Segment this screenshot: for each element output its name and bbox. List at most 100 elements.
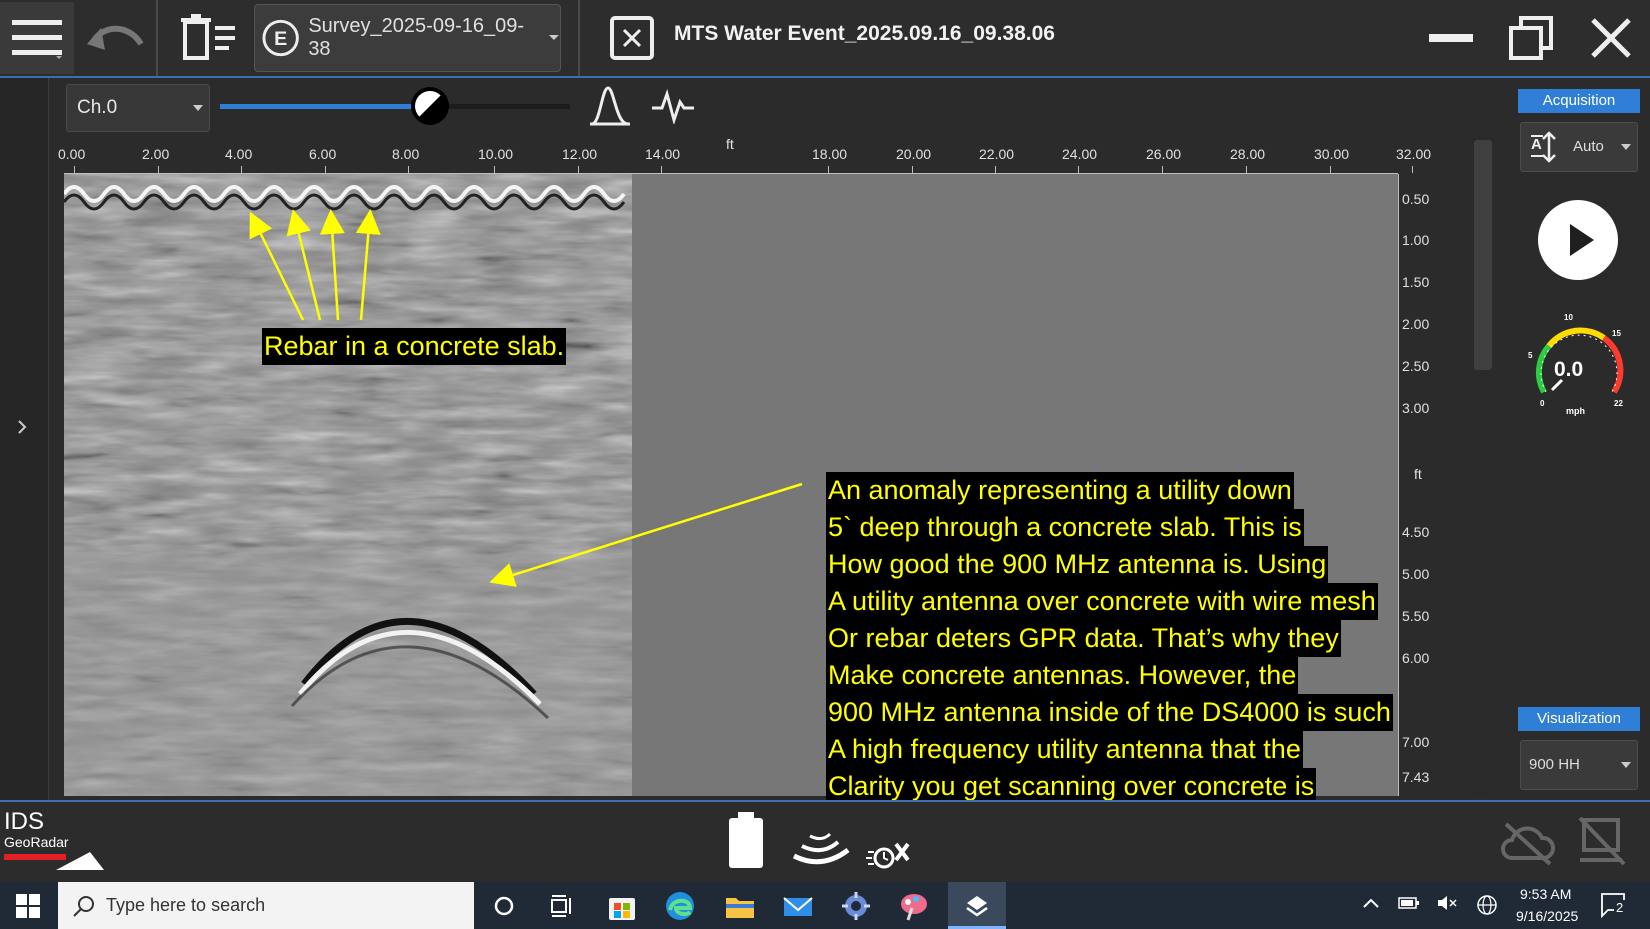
ruler-tick-mark bbox=[158, 166, 159, 173]
channel-dropdown[interactable]: Ch.0 bbox=[66, 84, 210, 132]
ruler-tick-label: 20.00 bbox=[896, 146, 932, 162]
windows-logo-icon bbox=[16, 894, 40, 918]
ruler-tick-label: 28.00 bbox=[1230, 146, 1266, 162]
ruler-tick-label: 32.00 bbox=[1396, 146, 1432, 162]
svg-text:E: E bbox=[274, 28, 287, 50]
ruler-tick-mark bbox=[828, 166, 829, 173]
taskbar-app-mail[interactable] bbox=[782, 890, 814, 927]
chevron-down-icon bbox=[1621, 762, 1631, 768]
antenna-value: 900 HH bbox=[1529, 756, 1580, 773]
undo-icon bbox=[87, 25, 144, 50]
task-view-button[interactable] bbox=[548, 892, 576, 925]
folder-icon bbox=[726, 898, 754, 918]
chevron-down-icon bbox=[193, 105, 203, 111]
play-button[interactable] bbox=[1538, 200, 1618, 280]
svg-text:22: 22 bbox=[1614, 399, 1623, 408]
minimize-button[interactable] bbox=[1420, 2, 1482, 74]
survey-dropdown[interactable]: E Survey_2025-09-16_09-38 bbox=[254, 4, 561, 72]
restore-icon bbox=[1509, 16, 1553, 60]
ruler-tick-mark bbox=[995, 166, 996, 173]
bell-curve-icon bbox=[590, 86, 630, 126]
edge-icon bbox=[666, 892, 694, 920]
mail-icon bbox=[783, 897, 813, 916]
svg-text:0: 0 bbox=[1540, 399, 1545, 408]
speed-value: 0.0 bbox=[1554, 358, 1584, 381]
ruler-tick-mark bbox=[661, 166, 662, 173]
anomaly-annotation-line: An anomaly representing a utility down bbox=[826, 472, 1294, 509]
survey-name: Survey_2025-09-16_09-38 bbox=[308, 15, 525, 60]
tray-overflow-button[interactable] bbox=[1362, 896, 1380, 915]
ruler-tick-mark bbox=[494, 166, 495, 173]
anomaly-annotation-line: Make concrete antennas. However, the bbox=[826, 657, 1299, 694]
ruler-tick-label: 18.00 bbox=[812, 146, 848, 162]
task-view-icon bbox=[551, 895, 571, 917]
circle-icon bbox=[494, 896, 514, 916]
ruler-tick-label: 22.00 bbox=[979, 146, 1015, 162]
tray-date[interactable]: 9/16/2025 bbox=[1516, 908, 1578, 924]
ruler-tick-mark bbox=[408, 166, 409, 173]
trash-list-icon bbox=[181, 14, 235, 60]
cloud-status bbox=[1498, 818, 1558, 871]
store-icon bbox=[609, 898, 635, 920]
delete-button[interactable] bbox=[176, 2, 242, 74]
ruler-tick-label: 24.00 bbox=[1062, 146, 1098, 162]
globe-icon bbox=[1477, 895, 1497, 915]
ruler-tick-mark bbox=[578, 166, 579, 173]
tray-network[interactable] bbox=[1476, 894, 1498, 921]
anomaly-annotation-line: How good the 900 MHz antenna is. Using bbox=[826, 546, 1329, 583]
volume-muted-icon bbox=[1438, 896, 1457, 910]
chevron-down-icon bbox=[1621, 144, 1631, 150]
depth-tick-label: 1.00 bbox=[1402, 232, 1430, 248]
close-window-button[interactable] bbox=[1580, 2, 1642, 74]
scrollbar-thumb[interactable] bbox=[1474, 140, 1492, 370]
taskbar-app-paint[interactable] bbox=[898, 890, 930, 927]
ruler-tick-label: 10.00 bbox=[478, 146, 514, 162]
undo-button[interactable] bbox=[80, 2, 150, 74]
antenna-dropdown[interactable]: 900 HH bbox=[1520, 740, 1638, 790]
play-icon bbox=[1570, 224, 1594, 256]
filter-curve-button[interactable] bbox=[588, 84, 632, 133]
taskbar-app-edge[interactable] bbox=[664, 890, 696, 927]
ruler-tick-mark bbox=[241, 166, 242, 173]
taskbar-search-box[interactable]: Type here to search bbox=[58, 882, 474, 929]
cloud-off-icon bbox=[1501, 822, 1555, 866]
device-status bbox=[1576, 814, 1628, 873]
cortana-button[interactable] bbox=[490, 892, 518, 925]
search-icon bbox=[73, 896, 94, 917]
start-button[interactable] bbox=[14, 892, 42, 925]
anomaly-annotation-line: Or rebar deters GPR data. That’s why the… bbox=[826, 620, 1341, 657]
expand-panel-button[interactable] bbox=[14, 418, 30, 441]
tray-battery[interactable] bbox=[1398, 894, 1420, 917]
taskbar-app-settings[interactable] bbox=[840, 890, 872, 927]
ruler-tick-mark bbox=[1412, 166, 1413, 173]
minimize-icon bbox=[1429, 34, 1473, 42]
depth-tick-label: 5.50 bbox=[1402, 608, 1430, 624]
device-off-icon bbox=[1578, 816, 1626, 866]
taskbar-app-store[interactable] bbox=[606, 890, 638, 927]
depth-tick-label: 4.50 bbox=[1402, 524, 1430, 540]
waveform-button[interactable] bbox=[650, 88, 696, 129]
gain-slider-handle[interactable] bbox=[410, 86, 450, 126]
acquisition-mode-value: Auto bbox=[1573, 138, 1604, 155]
contrast-icon bbox=[411, 87, 449, 125]
ruler-unit: ft bbox=[726, 136, 734, 152]
menu-button[interactable] bbox=[0, 2, 74, 74]
battery-status bbox=[726, 812, 766, 875]
acquisition-mode-dropdown[interactable]: A Auto bbox=[1520, 122, 1638, 172]
taskbar-app-georadar[interactable] bbox=[948, 882, 1006, 929]
notification-center-button[interactable]: 2 bbox=[1600, 892, 1628, 923]
taskbar-app-explorer[interactable] bbox=[724, 890, 756, 927]
anomaly-annotation-line: 5` deep through a concrete slab. This is bbox=[826, 509, 1304, 546]
depth-axis-line bbox=[1398, 174, 1399, 796]
radargram-image bbox=[64, 174, 632, 796]
restore-button[interactable] bbox=[1500, 2, 1562, 74]
ruler-tick-mark bbox=[1078, 166, 1079, 173]
close-survey-button[interactable] bbox=[604, 2, 660, 74]
depth-tick-label: 6.00 bbox=[1402, 650, 1430, 666]
title-bar: E Survey_2025-09-16_09-38 MTS Water Even… bbox=[0, 0, 1650, 78]
tray-time[interactable]: 9:53 AM bbox=[1520, 886, 1571, 902]
battery-icon bbox=[729, 812, 763, 868]
ruler-tick-mark bbox=[1246, 166, 1247, 173]
tray-volume[interactable] bbox=[1436, 894, 1458, 917]
depth-tick-label: 3.00 bbox=[1402, 400, 1430, 416]
